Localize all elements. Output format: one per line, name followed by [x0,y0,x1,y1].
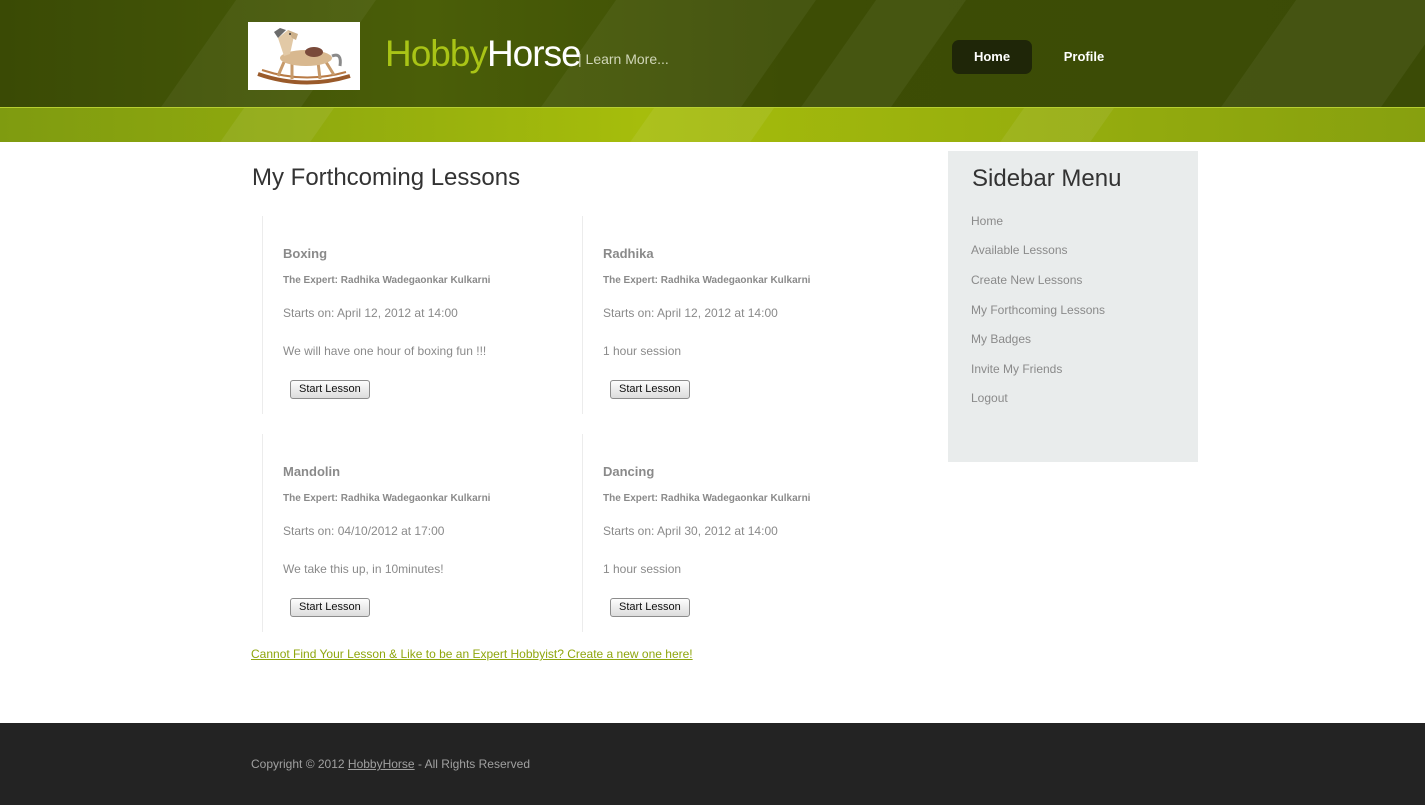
sidebar-item-my-forthcoming-lessons[interactable]: My Forthcoming Lessons [971,303,1105,317]
lesson-description: 1 hour session [603,562,682,576]
lesson-expert: The Expert: Radhika Wadegaonkar Kulkarni [603,275,811,286]
lesson-start-time: Starts on: 04/10/2012 at 17:00 [283,524,445,538]
stripe-decoration [988,108,1122,142]
lesson-expert: The Expert: Radhika Wadegaonkar Kulkarni [283,275,491,286]
stripe-decoration [618,108,782,142]
stripe-decoration [208,108,342,142]
sidebar-item-invite-my-friends[interactable]: Invite My Friends [971,362,1062,376]
copyright-text: Copyright © 2012 HobbyHorse - All Rights… [251,757,530,771]
start-lesson-button[interactable]: Start Lesson [290,380,370,399]
brand-part-horse: Horse [486,33,582,74]
header-decoration [1169,0,1425,107]
lesson-start-time: Starts on: April 30, 2012 at 14:00 [603,524,778,538]
brand-part-hobby: Hobby [385,33,488,74]
lesson-description: We will have one hour of boxing fun !!! [283,344,487,358]
site-header [0,0,1425,107]
nav-profile-button[interactable]: Profile [1044,40,1124,74]
lesson-card: Dancing The Expert: Radhika Wadegaonkar … [582,434,902,632]
start-lesson-button[interactable]: Start Lesson [290,598,370,617]
brand-name[interactable]: HobbyHorse [385,33,582,75]
lesson-card: Radhika The Expert: Radhika Wadegaonkar … [582,216,902,414]
site-footer: Copyright © 2012 HobbyHorse - All Rights… [0,723,1425,805]
lesson-description: 1 hour session [603,344,682,358]
rocking-horse-icon [257,28,351,85]
lesson-expert: The Expert: Radhika Wadegaonkar Kulkarni [283,493,491,504]
header-stripe [0,107,1425,142]
create-lesson-link[interactable]: Cannot Find Your Lesson & Like to be an … [251,647,693,661]
sidebar-item-home[interactable]: Home [971,214,1003,228]
sidebar-item-available-lessons[interactable]: Available Lessons [971,243,1068,257]
sidebar-title: Sidebar Menu [972,165,1122,192]
lesson-card: Boxing The Expert: Radhika Wadegaonkar K… [262,216,582,414]
tagline: | Learn More... [578,51,669,67]
sidebar-item-create-new-lessons[interactable]: Create New Lessons [971,273,1082,287]
sidebar-item-my-badges[interactable]: My Badges [971,332,1031,346]
start-lesson-button[interactable]: Start Lesson [610,598,690,617]
copyright-suffix: - All Rights Reserved [414,757,530,771]
start-lesson-button[interactable]: Start Lesson [610,380,690,399]
lesson-name: Radhika [603,246,654,261]
nav-home-button[interactable]: Home [952,40,1032,74]
site-logo[interactable] [248,22,360,90]
sidebar-item-logout[interactable]: Logout [971,391,1008,405]
lesson-description: We take this up, in 10minutes! [283,562,444,576]
lesson-start-time: Starts on: April 12, 2012 at 14:00 [603,306,778,320]
lesson-name: Mandolin [283,464,341,479]
sidebar-menu: Sidebar Menu Home Available Lessons Crea… [948,151,1198,462]
page-title: My Forthcoming Lessons [252,164,521,191]
lesson-name: Dancing [603,464,655,479]
lesson-card: Mandolin The Expert: Radhika Wadegaonkar… [262,434,582,632]
lesson-expert: The Expert: Radhika Wadegaonkar Kulkarni [603,493,811,504]
footer-brand-link[interactable]: HobbyHorse [348,757,415,771]
lesson-start-time: Starts on: April 12, 2012 at 14:00 [283,306,458,320]
lesson-name: Boxing [283,246,328,261]
copyright-prefix: Copyright © 2012 [251,757,348,771]
